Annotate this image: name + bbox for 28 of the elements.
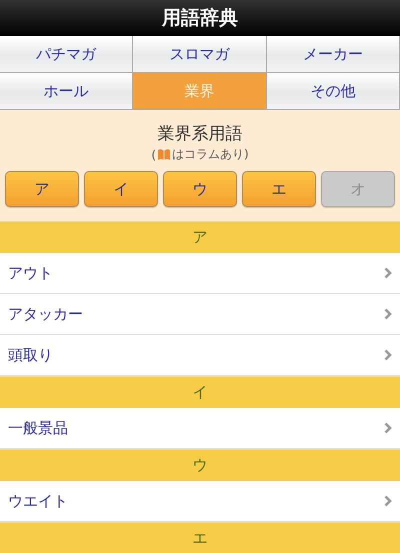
category-tab[interactable]: スロマガ bbox=[133, 36, 267, 73]
note-text: ( bbox=[151, 148, 156, 162]
section-header: エ bbox=[0, 522, 400, 553]
section-header: イ bbox=[0, 376, 400, 408]
section-header: ア bbox=[0, 221, 400, 253]
category-tab[interactable]: ホール bbox=[0, 73, 133, 110]
chevron-icon bbox=[384, 349, 392, 361]
chevron-icon bbox=[384, 422, 392, 434]
app-title: 用語辞典 bbox=[162, 6, 238, 31]
term-label: 一般景品 bbox=[8, 418, 68, 438]
category-tab[interactable]: パチマガ bbox=[0, 36, 133, 73]
term-label: 頭取り bbox=[8, 346, 53, 364]
note-text: はコラムあり) bbox=[172, 146, 249, 163]
chevron-icon bbox=[384, 308, 392, 320]
term-label: アタッカー bbox=[8, 304, 83, 324]
term-label: ウエイト bbox=[8, 492, 68, 510]
index-button[interactable]: エ bbox=[242, 171, 316, 207]
section-header: ウ bbox=[0, 449, 400, 481]
chevron-icon bbox=[384, 495, 392, 507]
chevron-icon bbox=[384, 267, 392, 279]
index-button[interactable]: イ bbox=[84, 171, 158, 207]
index-button[interactable]: ア bbox=[5, 171, 79, 207]
section-title: 業界系用語 bbox=[158, 123, 242, 145]
index-button[interactable]: ウ bbox=[163, 171, 237, 207]
category-tab[interactable]: その他 bbox=[267, 73, 400, 110]
category-tab[interactable]: メーカー bbox=[267, 36, 400, 73]
book-icon bbox=[157, 148, 171, 161]
term-label: アウト bbox=[8, 264, 53, 282]
